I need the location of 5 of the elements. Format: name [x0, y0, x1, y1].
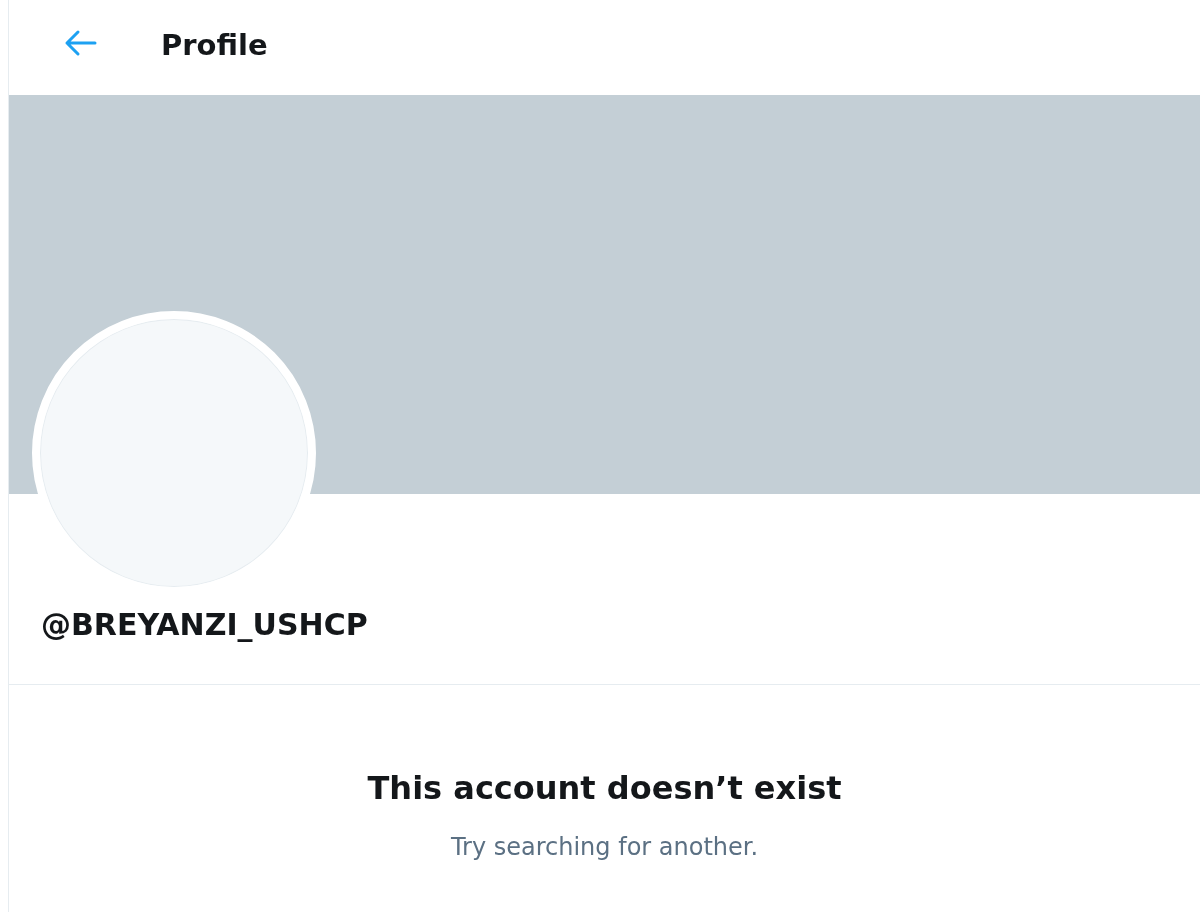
empty-state-title: This account doesn’t exist: [367, 769, 842, 807]
back-arrow-icon: [63, 28, 97, 57]
account-handle: @BREYANZI_USHCP: [41, 607, 368, 642]
empty-state-subtitle: Try searching for another.: [450, 833, 759, 861]
page-title: Profile: [161, 27, 268, 62]
